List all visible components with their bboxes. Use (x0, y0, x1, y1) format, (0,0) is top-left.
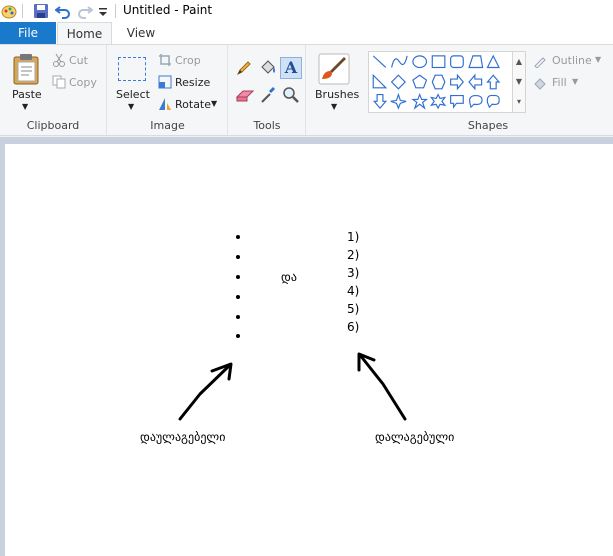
select-dropdown-icon[interactable]: ▼ (128, 102, 134, 111)
outline-button-label[interactable]: Outline (552, 54, 592, 67)
tab-view[interactable]: View (116, 22, 166, 45)
oval-shape-icon[interactable] (412, 55, 428, 69)
resize-icon[interactable] (158, 75, 172, 89)
shapes-expand-icon[interactable]: ▾ (513, 92, 525, 112)
title-bar: Untitled - Paint (0, 0, 613, 22)
rotate-dropdown-icon[interactable]: ▼ (211, 99, 217, 108)
crop-icon[interactable] (158, 53, 172, 67)
customize-qat-icon[interactable] (98, 3, 108, 19)
right-caption: დალაგებული (375, 430, 455, 444)
fill-icon[interactable] (533, 76, 547, 90)
tab-home[interactable]: Home (57, 22, 112, 45)
fill-bucket-icon[interactable] (259, 59, 277, 76)
rotate-icon[interactable] (158, 97, 172, 111)
magnifier-icon[interactable] (282, 86, 300, 104)
drawing-canvas[interactable]: და 1) 2) 3) 4) 5) 6) დაულაგებელი დალაგებ… (5, 144, 613, 556)
workspace: და 1) 2) 3) 4) 5) 6) დაულაგებელი დალაგებ… (0, 137, 613, 556)
crop-button-label[interactable]: Crop (175, 54, 201, 67)
five-point-star-shape-icon[interactable] (411, 93, 429, 110)
fill-dropdown-icon[interactable]: ▼ (572, 77, 578, 86)
shapes-scrollbar[interactable]: ▲ ▼ ▾ (513, 51, 526, 113)
diamond-shape-icon[interactable] (390, 74, 406, 90)
text-tool-icon[interactable]: A (280, 57, 302, 79)
undo-icon[interactable] (55, 3, 71, 19)
ribbon: Paste ▼ Cut Copy Clipboard Select ▼ Crop… (0, 44, 613, 136)
tools-group-label: Tools (253, 119, 281, 132)
triangle-shape-icon[interactable] (486, 54, 500, 69)
cut-icon[interactable] (52, 53, 66, 67)
line-shape-icon[interactable] (372, 55, 387, 68)
right-arrow-shape-icon[interactable] (450, 73, 465, 91)
paste-dropdown-icon[interactable]: ▼ (22, 102, 28, 111)
left-arrow-shaft (178, 363, 232, 421)
down-arrow-shape-icon[interactable] (372, 94, 388, 110)
brushes-icon[interactable] (318, 53, 350, 85)
up-arrow-shape-icon[interactable] (486, 74, 501, 90)
right-arrow-shaft (358, 353, 407, 421)
title-divider (115, 4, 116, 18)
polygon-shape-icon[interactable] (468, 55, 484, 69)
cloud-callout-shape-icon[interactable] (486, 94, 500, 109)
color-picker-icon[interactable] (260, 86, 276, 104)
right-triangle-shape-icon[interactable] (372, 73, 388, 89)
select-icon[interactable] (118, 57, 146, 81)
image-group-label: Image (150, 119, 185, 132)
shapes-scroll-up-icon[interactable]: ▲ (513, 52, 525, 72)
six-point-star-shape-icon[interactable] (429, 93, 447, 110)
clipboard-group: Paste ▼ Cut Copy Clipboard (0, 45, 107, 135)
save-icon[interactable] (33, 3, 49, 19)
outline-dropdown-icon[interactable]: ▼ (595, 55, 601, 64)
cut-button-label[interactable]: Cut (69, 54, 88, 67)
left-caption: დაულაგებელი (140, 430, 226, 444)
arrow-drawings (178, 352, 407, 421)
curve-shape-icon[interactable] (391, 55, 408, 68)
fill-button-label[interactable]: Fill (552, 76, 567, 89)
resize-button-label[interactable]: Resize (175, 76, 210, 89)
shapes-gallery[interactable] (368, 51, 513, 113)
pencil-icon[interactable] (236, 60, 252, 76)
left-arrow-shape-icon[interactable] (468, 73, 483, 91)
ribbon-tab-row: File Home View (0, 22, 613, 45)
paste-button-label[interactable]: Paste (12, 88, 42, 101)
brushes-button-label[interactable]: Brushes (315, 88, 359, 101)
image-group: Select ▼ Crop Resize Rotate ▼ Image (108, 45, 228, 135)
brushes-dropdown-icon[interactable]: ▼ (331, 102, 337, 111)
rect-callout-shape-icon[interactable] (450, 94, 464, 109)
tab-file[interactable]: File (0, 22, 56, 44)
shapes-group: ▲ ▼ ▾ Outline ▼ Fill ▼ Shapes (363, 45, 613, 135)
brushes-group: Brushes ▼ (307, 45, 363, 135)
copy-button-label[interactable]: Copy (69, 76, 97, 89)
paste-icon[interactable] (12, 53, 42, 85)
pentagon-shape-icon[interactable] (412, 74, 428, 89)
rounded-rectangle-shape-icon[interactable] (450, 55, 464, 69)
rectangle-shape-icon[interactable] (431, 55, 446, 69)
clipboard-group-label: Clipboard (26, 119, 80, 132)
paint-app-icon[interactable] (1, 3, 17, 19)
oval-callout-shape-icon[interactable] (469, 94, 483, 109)
four-point-star-shape-icon[interactable] (390, 92, 407, 110)
hexagon-shape-icon[interactable] (431, 74, 446, 90)
shapes-group-label: Shapes (467, 119, 509, 132)
eraser-icon[interactable] (236, 88, 254, 102)
shapes-scroll-down-icon[interactable]: ▼ (513, 72, 525, 92)
qat-divider (22, 4, 23, 18)
redo-icon[interactable] (77, 3, 93, 19)
rotate-button-label[interactable]: Rotate (175, 98, 211, 111)
outline-icon[interactable] (533, 54, 547, 68)
select-button-label[interactable]: Select (116, 88, 150, 101)
copy-icon[interactable] (52, 75, 66, 89)
window-title: Untitled - Paint (123, 3, 213, 17)
tools-group: A Tools (229, 45, 306, 135)
